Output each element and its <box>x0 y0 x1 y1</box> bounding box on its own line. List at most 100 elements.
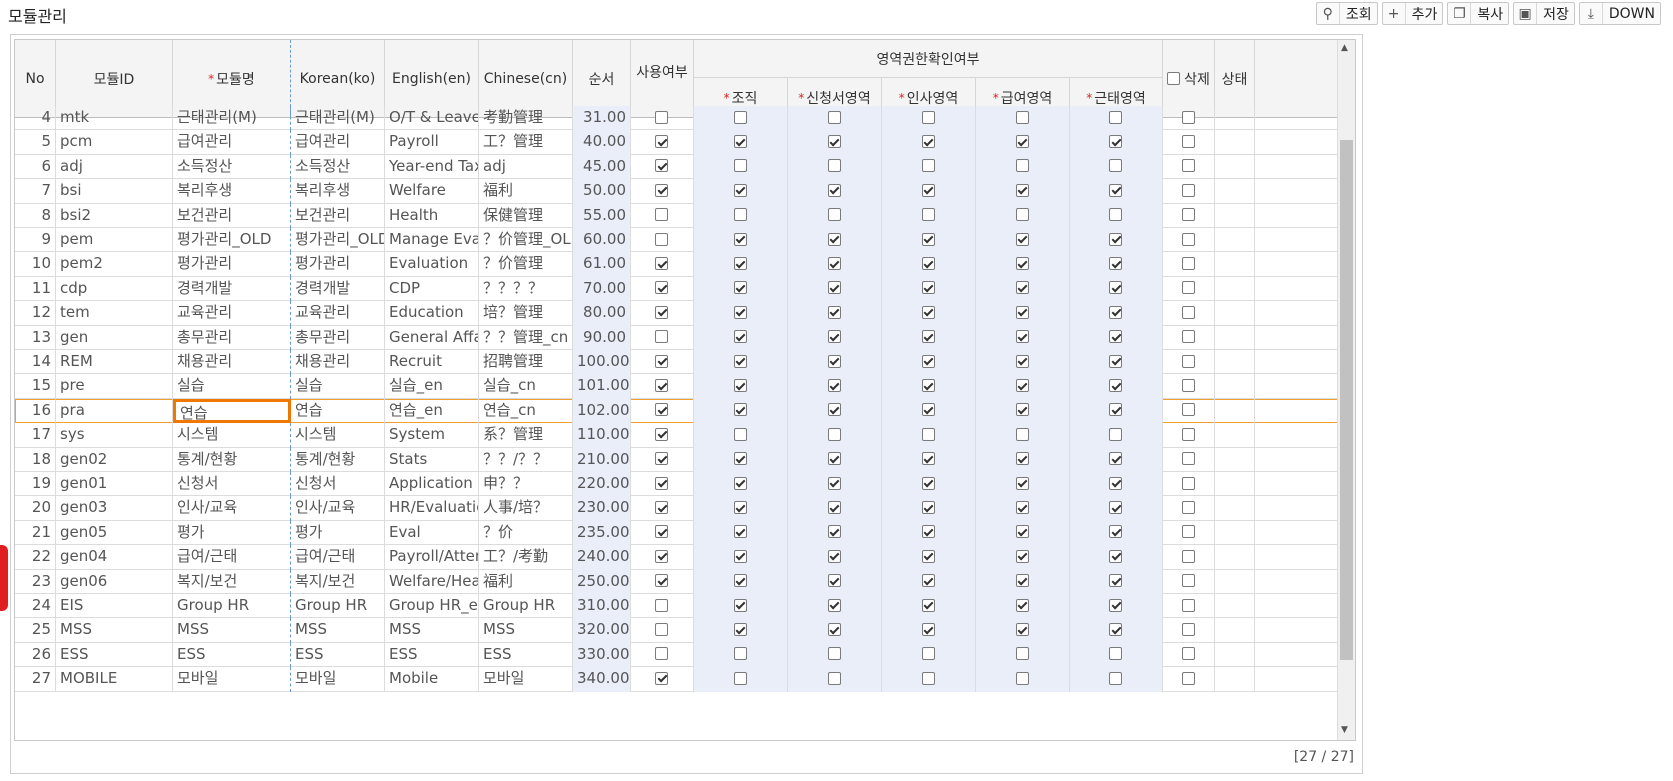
scroll-up-arrow-icon[interactable]: ▲ <box>1341 43 1348 53</box>
cell-module-id[interactable]: pre <box>56 374 173 399</box>
hr-checkbox[interactable] <box>921 379 935 393</box>
cell-english[interactable]: Year-end Tax A <box>385 154 479 180</box>
cell-korean[interactable]: 총무관리 <box>291 325 385 350</box>
cell-korean[interactable]: 신청서 <box>291 472 385 497</box>
cell-order[interactable]: 240.00 <box>573 545 631 570</box>
cell-english[interactable]: Mobile <box>385 667 479 692</box>
attend-checkbox[interactable] <box>1109 281 1122 295</box>
cell-no[interactable]: 5 <box>15 130 56 155</box>
cell-korean[interactable]: 모바일 <box>291 667 385 692</box>
table-row[interactable]: 4 mtk 근태관리(M) 근태관리(M) O/T & Leave 考勤管理 31.00 <box>15 106 1355 131</box>
cell-korean[interactable]: 통계/현황 <box>291 447 385 472</box>
request-checkbox[interactable] <box>827 403 841 417</box>
cell-no[interactable]: 12 <box>15 301 56 326</box>
cell-module-id[interactable]: pcm <box>56 130 173 155</box>
table-row[interactable]: 26 ESS ESS ESS ESS ESS 330.00 <box>15 642 1355 668</box>
cell-english[interactable]: Manage Eval_ <box>385 228 479 253</box>
attend-checkbox[interactable] <box>1109 525 1122 539</box>
cell-module-name[interactable]: 복지/보건 <box>173 569 291 594</box>
table-row[interactable]: 27 MOBILE 모바일 모바일 Mobile 모바일 340.00 <box>15 667 1355 692</box>
use-checkbox[interactable] <box>655 208 668 222</box>
cell-no[interactable]: 11 <box>15 276 56 302</box>
cell-english[interactable]: Health <box>385 203 479 228</box>
request-checkbox[interactable] <box>827 208 841 222</box>
org-checkbox[interactable] <box>733 183 747 197</box>
cell-korean[interactable]: 평가관리 <box>291 252 385 277</box>
side-tab-marker[interactable] <box>0 545 8 611</box>
request-checkbox[interactable] <box>827 476 841 490</box>
attend-checkbox[interactable] <box>1109 354 1122 368</box>
cell-module-name[interactable]: 실습 <box>173 374 291 399</box>
cell-module-id[interactable]: gen04 <box>56 545 173 570</box>
cell-order[interactable]: 80.00 <box>573 301 631 326</box>
scroll-thumb[interactable] <box>1340 140 1353 660</box>
pay-checkbox[interactable] <box>1015 671 1029 685</box>
cell-module-name[interactable]: 근태관리(M) <box>173 106 291 131</box>
cell-korean[interactable]: 소득정산 <box>291 154 385 180</box>
delete-checkbox[interactable] <box>1181 232 1195 246</box>
use-checkbox[interactable] <box>655 452 668 466</box>
table-row[interactable]: 25 MSS MSS MSS MSS MSS 320.00 <box>15 618 1355 643</box>
use-checkbox[interactable] <box>655 232 668 246</box>
cell-module-name[interactable]: 채용관리 <box>173 350 291 375</box>
cell-korean[interactable]: 교육관리 <box>291 301 385 326</box>
table-row[interactable]: 9pem평가관리_OLD평가관리_OLDManage Eval_？价管理_OLD… <box>15 228 1355 253</box>
use-checkbox[interactable] <box>655 501 668 515</box>
cell-chinese[interactable]: 工？/考勤 <box>479 545 573 570</box>
org-checkbox[interactable] <box>733 452 747 466</box>
org-checkbox[interactable] <box>733 281 747 295</box>
org-checkbox[interactable] <box>733 671 747 685</box>
hr-checkbox[interactable] <box>921 183 935 197</box>
cell-module-id[interactable]: bsi2 <box>56 203 173 228</box>
hr-checkbox[interactable] <box>921 574 935 588</box>
cell-korean[interactable]: 채용관리 <box>291 350 385 375</box>
attend-checkbox[interactable] <box>1109 403 1122 417</box>
cell-module-name[interactable]: 보건관리 <box>173 203 291 228</box>
cell-module-id[interactable]: gen05 <box>56 520 173 546</box>
cell-no[interactable]: 13 <box>15 325 56 350</box>
table-row[interactable]: 8 bsi2 보건관리 보건관리 Health 保健管理 55.00 <box>15 203 1355 228</box>
table-row[interactable]: 17 sys 시스템 시스템 System 系？管理 110.00 <box>15 423 1355 448</box>
delete-checkbox[interactable] <box>1181 135 1195 149</box>
org-checkbox[interactable] <box>733 159 747 173</box>
cell-no[interactable]: 8 <box>15 203 56 228</box>
cell-chinese[interactable]: Group HR <box>479 594 573 619</box>
cell-korean[interactable]: 급여관리 <box>291 130 385 155</box>
use-checkbox[interactable] <box>655 159 668 173</box>
pay-checkbox[interactable] <box>1015 135 1029 149</box>
cell-module-name[interactable]: 평가관리 <box>173 252 291 277</box>
cell-chinese[interactable]: ESS <box>479 642 573 668</box>
cell-chinese[interactable]: ？价 <box>479 520 573 546</box>
cell-module-id[interactable]: EIS <box>56 594 173 619</box>
cell-chinese[interactable]: 培？管理 <box>479 301 573 326</box>
request-checkbox[interactable] <box>827 525 841 539</box>
hr-checkbox[interactable] <box>921 208 935 222</box>
use-checkbox[interactable] <box>655 623 668 637</box>
cell-module-name[interactable]: 평가관리_OLD <box>173 228 291 253</box>
cell-chinese[interactable]: 保健管理 <box>479 203 573 228</box>
cell-english[interactable]: Stats <box>385 447 479 472</box>
use-checkbox[interactable] <box>655 379 668 393</box>
pay-checkbox[interactable] <box>1015 452 1029 466</box>
cell-no[interactable]: 14 <box>15 350 56 375</box>
cell-order[interactable]: 61.00 <box>573 252 631 277</box>
use-checkbox[interactable] <box>655 183 668 197</box>
cell-english[interactable]: O/T & Leave <box>385 106 479 131</box>
delete-checkbox[interactable] <box>1181 183 1195 197</box>
cell-order[interactable]: 340.00 <box>573 667 631 692</box>
use-checkbox[interactable] <box>655 598 668 612</box>
delete-checkbox[interactable] <box>1181 257 1195 271</box>
cell-korean[interactable]: Group HR <box>291 594 385 619</box>
delete-checkbox[interactable] <box>1181 623 1195 637</box>
use-checkbox[interactable] <box>655 549 668 563</box>
org-checkbox[interactable] <box>733 623 747 637</box>
pay-checkbox[interactable] <box>1015 183 1029 197</box>
cell-module-name[interactable]: 교육관리 <box>173 301 291 326</box>
table-row[interactable]: 19 gen01 신청서 신청서 Application 申？？ 220.00 <box>15 472 1355 497</box>
table-row[interactable]: 13gen총무관리총무관리General Affair？？管理_cn90.00 <box>15 325 1355 350</box>
cell-chinese[interactable]: 연습_cn <box>479 398 573 424</box>
cell-chinese[interactable]: 系？管理 <box>479 423 573 448</box>
cell-korean[interactable]: 급여/근태 <box>291 545 385 570</box>
hr-checkbox[interactable] <box>921 476 935 490</box>
cell-no[interactable]: 4 <box>15 106 56 131</box>
